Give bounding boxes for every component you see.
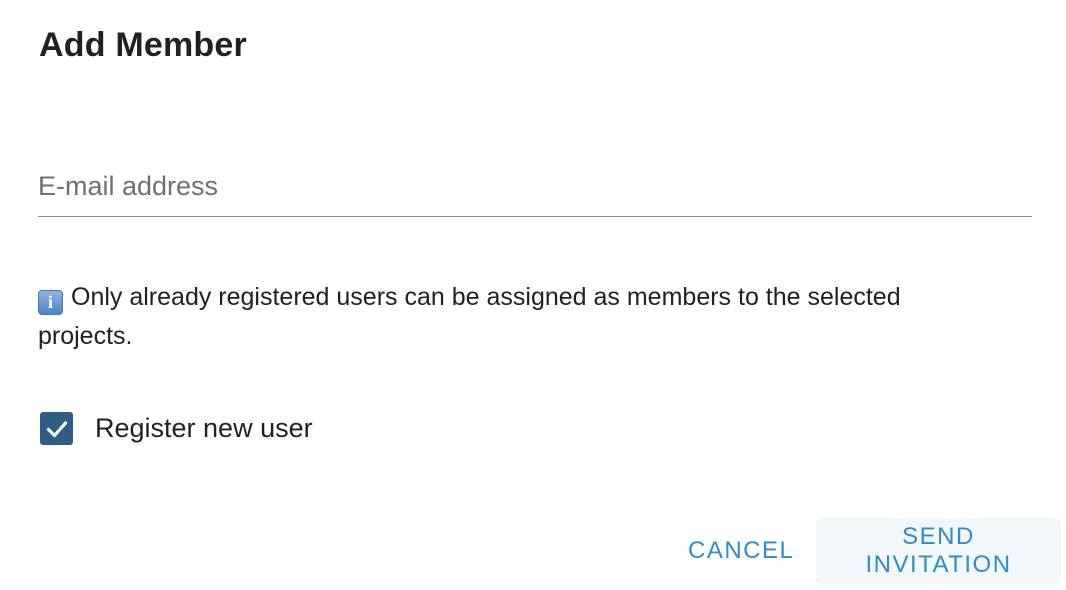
- register-new-user-checkbox[interactable]: [40, 412, 73, 445]
- info-text: Only already registered users can be ass…: [38, 283, 901, 350]
- email-field[interactable]: [38, 166, 1032, 206]
- register-new-user-label: Register new user: [95, 413, 313, 443]
- register-new-user-option[interactable]: Register new user: [40, 412, 313, 445]
- info-message: i Only already registered users can be as…: [38, 278, 968, 356]
- dialog-title: Add Member: [39, 26, 247, 64]
- info-icon: i: [38, 290, 63, 315]
- email-field-container[interactable]: [38, 160, 1032, 217]
- checkmark-icon: [46, 420, 67, 437]
- cancel-button[interactable]: CANCEL: [674, 518, 800, 584]
- add-member-dialog: Add Member iOnly already registered user…: [0, 0, 1066, 590]
- send-invitation-button[interactable]: SEND INVITATION: [816, 518, 1061, 584]
